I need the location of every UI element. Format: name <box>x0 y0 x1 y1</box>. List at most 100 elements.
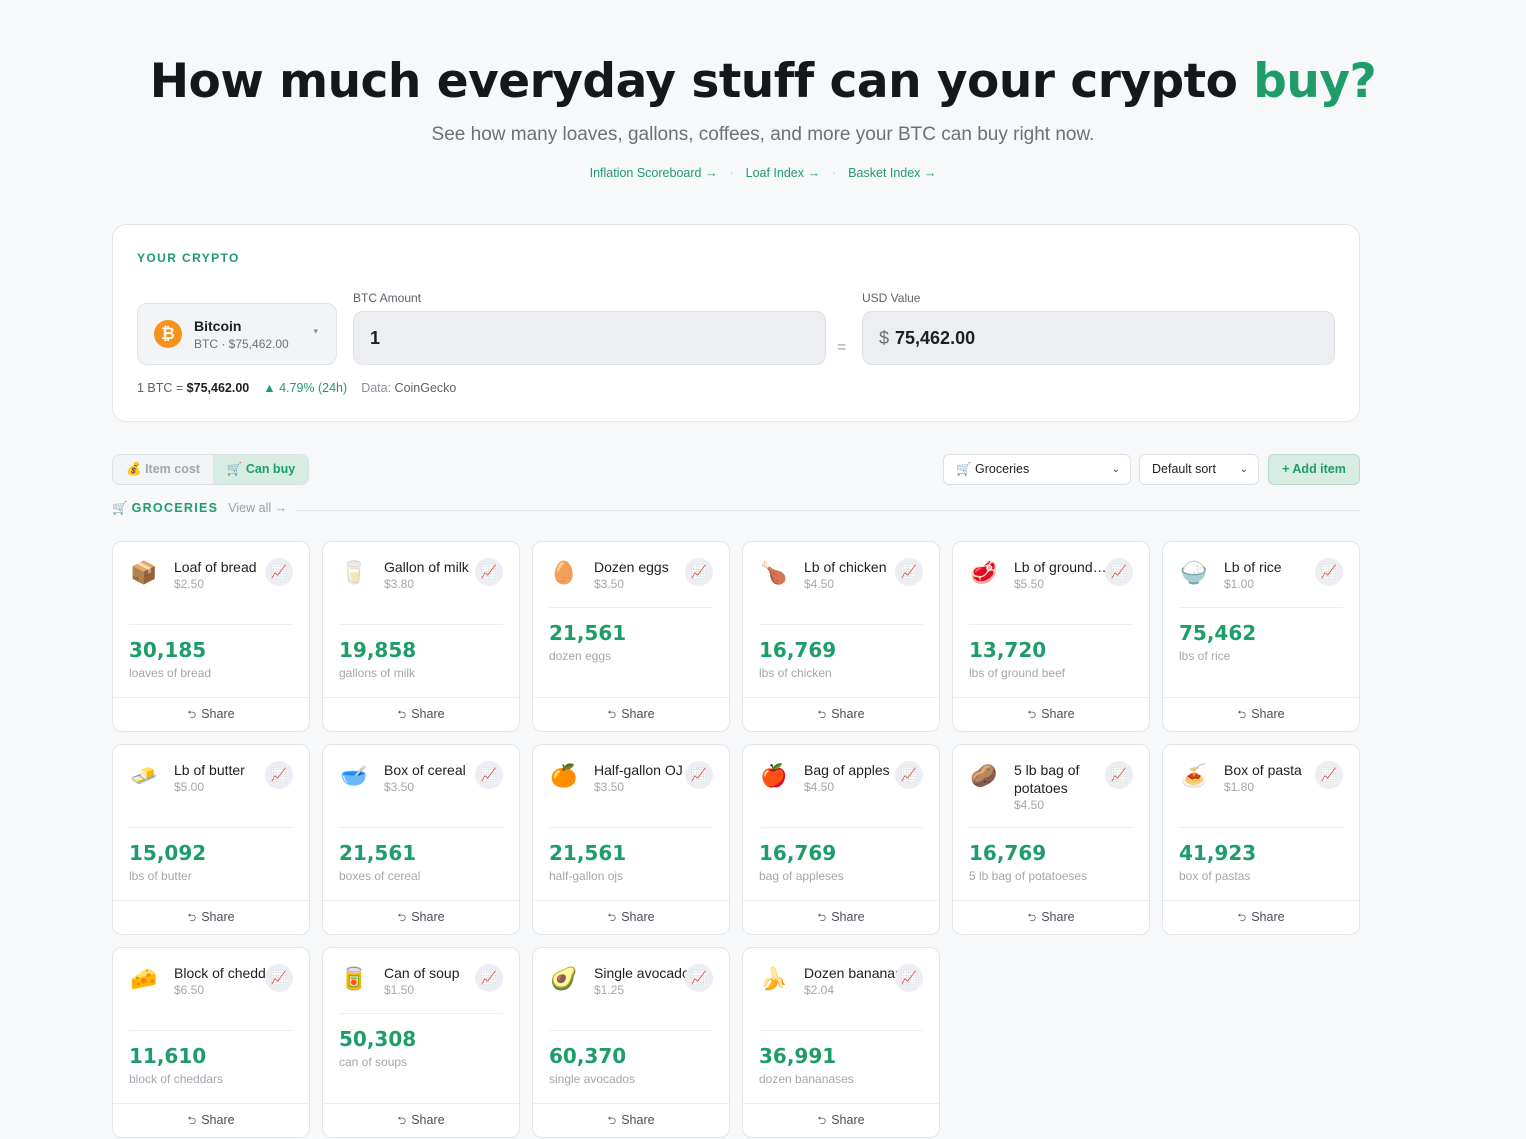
share-button[interactable]: ⮌ Share <box>323 1103 519 1137</box>
item-count: 30,185 <box>129 638 207 662</box>
item-unit: lbs of rice <box>1179 649 1231 663</box>
price-chart-icon[interactable]: 📈 <box>475 761 503 789</box>
share-label: Share <box>621 1113 655 1127</box>
item-price: $4.50 <box>1014 798 1045 812</box>
card-divider <box>969 827 1133 828</box>
card-divider <box>549 1030 713 1031</box>
item-icon: 🥫 <box>340 966 368 991</box>
link-inflation-scoreboard[interactable]: Inflation Scoreboard → <box>590 166 718 180</box>
share-button[interactable]: ⮌ Share <box>533 697 729 731</box>
price-chart-icon[interactable]: 📈 <box>475 558 503 586</box>
section-header: 🛒 GROCERIES View all → <box>112 501 1360 519</box>
price-chart-icon[interactable]: 📈 <box>895 761 923 789</box>
share-icon: ⮌ <box>397 1115 407 1127</box>
share-button[interactable]: ⮌ Share <box>533 900 729 934</box>
price-chart-icon[interactable]: 📈 <box>265 964 293 992</box>
item-name: Single avocado <box>594 965 690 981</box>
share-label: Share <box>411 910 445 924</box>
link-basket-index[interactable]: Basket Index → <box>848 166 936 180</box>
share-button[interactable]: ⮌ Share <box>113 900 309 934</box>
share-button[interactable]: ⮌ Share <box>953 900 1149 934</box>
item-icon: 🥚 <box>550 560 578 585</box>
item-unit: block of cheddars <box>129 1072 224 1086</box>
share-button[interactable]: ⮌ Share <box>953 697 1149 731</box>
title-main: How much everyday stuff can your crypto <box>149 54 1254 109</box>
item-unit: lbs of ground beef <box>969 666 1066 680</box>
item-count: 13,720 <box>969 638 1047 662</box>
share-button[interactable]: ⮌ Share <box>743 697 939 731</box>
share-button[interactable]: ⮌ Share <box>743 1103 939 1137</box>
item-count: 41,923 <box>1179 841 1257 865</box>
link-loaf-index[interactable]: Loaf Index → <box>746 166 820 180</box>
toggle-can-buy[interactable]: 🛒 Can buy <box>213 455 308 484</box>
coin-select[interactable]: ₿ Bitcoin BTC · $75,462.00 ▾ <box>137 303 337 365</box>
usd-value-input[interactable]: $75,462.00 <box>862 311 1335 365</box>
price-chart-icon[interactable]: 📈 <box>475 964 503 992</box>
dollar-sign: $ <box>879 328 890 348</box>
item-card: 🍗 Lb of chicken $4.50 📈 16,769 lbs of chicken… <box>742 541 940 732</box>
price-chart-icon[interactable]: 📈 <box>265 761 293 789</box>
data-source-value: CoinGecko <box>394 381 457 395</box>
price-chart-icon[interactable]: 📈 <box>685 761 713 789</box>
share-button[interactable]: ⮌ Share <box>743 900 939 934</box>
item-card: 🥣 Box of cereal $3.50 📈 21,561 boxes of cerea… <box>322 744 520 935</box>
usd-value: 75,462.00 <box>895 328 976 348</box>
price-chart-icon[interactable]: 📈 <box>685 558 713 586</box>
btc-amount-input[interactable]: 1 <box>353 311 826 365</box>
share-label: Share <box>621 910 655 924</box>
share-button[interactable]: ⮌ Share <box>113 697 309 731</box>
sort-select[interactable]: Default sort ⌄ <box>1139 454 1259 485</box>
item-icon: 🧈 <box>130 763 158 788</box>
card-divider <box>1179 827 1343 828</box>
cart-icon: 🛒 <box>112 501 128 515</box>
share-button[interactable]: ⮌ Share <box>1163 900 1359 934</box>
share-label: Share <box>1041 910 1075 924</box>
share-icon: ⮌ <box>1027 709 1037 721</box>
item-name: Lb of butter <box>174 762 245 778</box>
share-button[interactable]: ⮌ Share <box>1163 697 1359 731</box>
item-name: Box of pasta <box>1224 762 1302 778</box>
item-unit: box of pastas <box>1179 869 1251 883</box>
card-divider <box>549 607 713 608</box>
price-chart-icon[interactable]: 📈 <box>685 964 713 992</box>
share-label: Share <box>411 1113 445 1127</box>
btc-amount-label: BTC Amount <box>353 291 422 305</box>
item-icon: 🥔 <box>970 763 998 788</box>
share-icon: ⮌ <box>607 709 617 721</box>
price-chart-icon[interactable]: 📈 <box>1105 761 1133 789</box>
share-button[interactable]: ⮌ Share <box>533 1103 729 1137</box>
add-item-button[interactable]: + Add item <box>1268 454 1360 485</box>
share-button[interactable]: ⮌ Share <box>323 900 519 934</box>
item-count: 21,561 <box>549 621 627 645</box>
item-count: 36,991 <box>759 1044 837 1068</box>
view-all-link[interactable]: View all → <box>228 501 287 515</box>
item-count: 75,462 <box>1179 621 1257 645</box>
price-chart-icon[interactable]: 📈 <box>265 558 293 586</box>
share-icon: ⮌ <box>607 1115 617 1127</box>
toggle-item-cost[interactable]: 💰 Item cost <box>113 455 213 484</box>
price-chart-icon[interactable]: 📈 <box>1315 558 1343 586</box>
card-divider <box>759 827 923 828</box>
share-button[interactable]: ⮌ Share <box>113 1103 309 1137</box>
price-chart-icon[interactable]: 📈 <box>1105 558 1133 586</box>
price-chart-icon[interactable]: 📈 <box>1315 761 1343 789</box>
item-count: 50,308 <box>339 1027 417 1051</box>
share-button[interactable]: ⮌ Share <box>323 697 519 731</box>
share-label: Share <box>831 1113 865 1127</box>
item-name: Lb of ground… <box>1014 559 1107 575</box>
category-select[interactable]: 🛒 Groceries ⌄ <box>943 454 1131 485</box>
item-name: Block of cheddar <box>174 965 279 981</box>
item-card: 🧈 Lb of butter $5.00 📈 15,092 lbs of butter ⮌ S… <box>112 744 310 935</box>
item-name: 5 lb bag of potatoes <box>1014 762 1080 796</box>
card-divider <box>549 827 713 828</box>
share-label: Share <box>201 1113 235 1127</box>
card-divider <box>129 827 293 828</box>
price-chart-icon[interactable]: 📈 <box>895 964 923 992</box>
item-card: 🍝 Box of pasta $1.80 📈 41,923 box of pastas ⮌ S… <box>1162 744 1360 935</box>
price-chart-icon[interactable]: 📈 <box>895 558 923 586</box>
share-icon: ⮌ <box>1237 709 1247 721</box>
item-icon: 🍊 <box>550 763 578 788</box>
item-count: 16,769 <box>969 841 1047 865</box>
item-unit: lbs of chicken <box>759 666 832 680</box>
item-unit: dozen bananases <box>759 1072 854 1086</box>
